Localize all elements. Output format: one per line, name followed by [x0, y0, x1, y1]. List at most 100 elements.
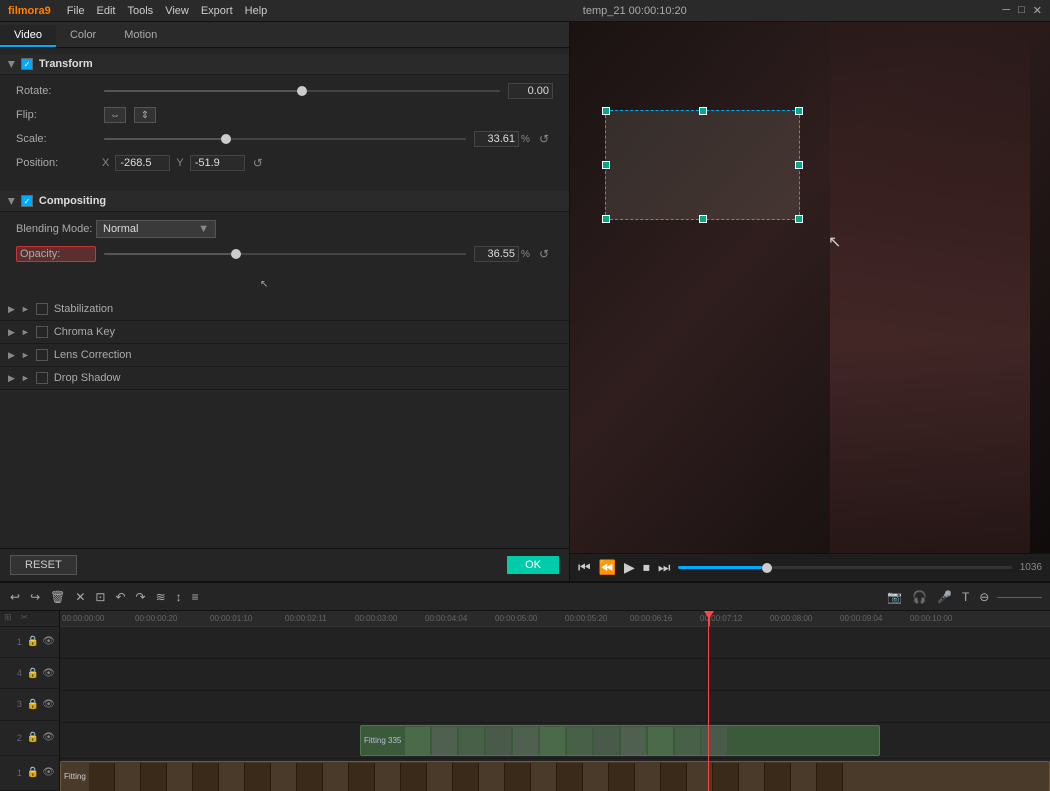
- track-eye-1[interactable]: 👁: [42, 636, 55, 647]
- mf-26: [739, 763, 765, 791]
- track-row-1: [60, 627, 1050, 659]
- playback-prev[interactable]: ⏮: [578, 559, 591, 576]
- position-reset[interactable]: ↺: [253, 156, 267, 170]
- position-y-input[interactable]: [190, 155, 245, 171]
- tl-rotate-right[interactable]: ↷: [134, 588, 148, 606]
- preview-area: ↖: [570, 22, 1050, 553]
- chroma-checkbox[interactable]: [36, 326, 48, 338]
- handle-tm[interactable]: [699, 107, 707, 115]
- menu-file[interactable]: File: [67, 5, 85, 17]
- clip-main[interactable]: Fitting: [60, 761, 1050, 791]
- transform-title: Transform: [39, 58, 93, 70]
- opacity-value[interactable]: [474, 246, 519, 262]
- zoom-icon[interactable]: ⊞: [0, 611, 16, 624]
- blending-mode-dropdown[interactable]: Normal ▼: [96, 220, 216, 238]
- tl-camera[interactable]: 📷: [885, 588, 904, 606]
- playback-play[interactable]: ▶: [624, 559, 635, 576]
- mf-29: [817, 763, 843, 791]
- mf-14: [427, 763, 453, 791]
- playback-rewind[interactable]: ⏪: [599, 559, 616, 576]
- handle-bl[interactable]: [602, 215, 610, 223]
- transform-section-header[interactable]: ▶ ✓ Transform: [0, 54, 569, 75]
- frame-4: [486, 727, 512, 755]
- overlay-clip[interactable]: [605, 110, 800, 220]
- flip-label: Flip:: [16, 109, 96, 121]
- track-lock-2[interactable]: 🔒: [27, 732, 39, 743]
- progress-thumb[interactable]: [762, 563, 772, 573]
- menu-tools[interactable]: Tools: [128, 5, 154, 17]
- position-x-input[interactable]: [115, 155, 170, 171]
- tab-color[interactable]: Color: [56, 25, 110, 47]
- track-lock-4[interactable]: 🔒: [27, 668, 39, 679]
- mf-5: [193, 763, 219, 791]
- tl-cut[interactable]: ✕: [73, 588, 87, 606]
- scale-value[interactable]: [474, 131, 519, 147]
- menu-view[interactable]: View: [165, 5, 189, 17]
- menu-export[interactable]: Export: [201, 5, 233, 17]
- close-icon[interactable]: ✕: [1033, 4, 1042, 17]
- opacity-slider[interactable]: [104, 253, 466, 255]
- progress-bar[interactable]: [678, 566, 1011, 569]
- track-eye-3[interactable]: 👁: [42, 699, 55, 710]
- reset-button[interactable]: RESET: [10, 555, 77, 575]
- tl-redo[interactable]: ↪: [28, 588, 42, 606]
- flip-horizontal-btn[interactable]: ⇔: [104, 107, 126, 123]
- track-lock-audio[interactable]: 🔒: [27, 767, 39, 778]
- tl-title[interactable]: T: [960, 588, 971, 606]
- stabilization-checkbox[interactable]: [36, 303, 48, 315]
- scale-slider[interactable]: [104, 138, 466, 140]
- compositing-checkbox[interactable]: ✓: [21, 195, 33, 207]
- tl-mic[interactable]: 🎤: [935, 588, 954, 606]
- handle-tr[interactable]: [795, 107, 803, 115]
- tl-audio[interactable]: ≋: [154, 588, 168, 606]
- tl-menu[interactable]: ≡: [190, 588, 201, 606]
- lens-checkbox[interactable]: [36, 349, 48, 361]
- transform-checkbox[interactable]: ✓: [21, 58, 33, 70]
- scale-reset[interactable]: ↺: [539, 132, 553, 146]
- transform-body: Rotate: 0.00 Flip: ⇔ ⇕ Scale:: [0, 75, 569, 187]
- handle-mr[interactable]: [795, 161, 803, 169]
- rotate-value[interactable]: 0.00: [508, 83, 553, 99]
- tl-zoom-out[interactable]: ⊖: [977, 588, 991, 606]
- ok-button[interactable]: OK: [507, 556, 559, 574]
- stabilization-section[interactable]: ▶ ► Stabilization: [0, 298, 569, 321]
- chroma-key-section[interactable]: ▶ ► Chroma Key: [0, 321, 569, 344]
- track-eye-audio[interactable]: 👁: [42, 767, 55, 778]
- track-eye-2[interactable]: 👁: [42, 732, 55, 743]
- handle-br[interactable]: [795, 215, 803, 223]
- minimize-icon[interactable]: ─: [1002, 4, 1010, 17]
- tl-crop[interactable]: ⊡: [93, 588, 107, 606]
- playback-stop[interactable]: ⏹: [643, 559, 650, 576]
- tl-delete[interactable]: 🗑: [48, 588, 67, 606]
- track-lock-1[interactable]: 🔒: [27, 636, 39, 647]
- opacity-unit: %: [521, 249, 537, 260]
- rotate-label: Rotate:: [16, 85, 96, 97]
- opacity-reset[interactable]: ↺: [539, 247, 553, 261]
- tab-video[interactable]: Video: [0, 25, 56, 47]
- menu-edit[interactable]: Edit: [97, 5, 116, 17]
- track-lock-3[interactable]: 🔒: [27, 699, 39, 710]
- tl-rotate-left[interactable]: ↶: [113, 588, 127, 606]
- shadow-checkbox[interactable]: [36, 372, 48, 384]
- drop-shadow-section[interactable]: ▶ ► Drop Shadow: [0, 367, 569, 390]
- handle-ml[interactable]: [602, 161, 610, 169]
- lens-label: Lens Correction: [54, 349, 132, 361]
- scissors-icon[interactable]: ✂: [19, 611, 31, 624]
- clip-fitting335[interactable]: Fitting 335: [360, 725, 880, 756]
- lens-correction-section[interactable]: ▶ ► Lens Correction: [0, 344, 569, 367]
- maximize-icon[interactable]: □: [1018, 4, 1025, 17]
- tl-headphone[interactable]: 🎧: [910, 588, 929, 606]
- track-eye-4[interactable]: 👁: [42, 668, 55, 679]
- handle-tl[interactable]: [602, 107, 610, 115]
- menu-help[interactable]: Help: [245, 5, 268, 17]
- compositing-section-header[interactable]: ▶ ✓ Compositing: [0, 191, 569, 212]
- frame-9: [621, 727, 647, 755]
- rotate-slider[interactable]: [104, 90, 500, 92]
- tab-motion[interactable]: Motion: [110, 25, 171, 47]
- handle-bm[interactable]: [699, 215, 707, 223]
- ruler-mark-10: 00:00:08:00: [770, 614, 812, 623]
- flip-vertical-btn[interactable]: ⇕: [134, 107, 156, 123]
- playback-next[interactable]: ⏭: [658, 559, 671, 576]
- tl-undo[interactable]: ↩: [8, 588, 22, 606]
- tl-split[interactable]: ↕: [174, 588, 184, 606]
